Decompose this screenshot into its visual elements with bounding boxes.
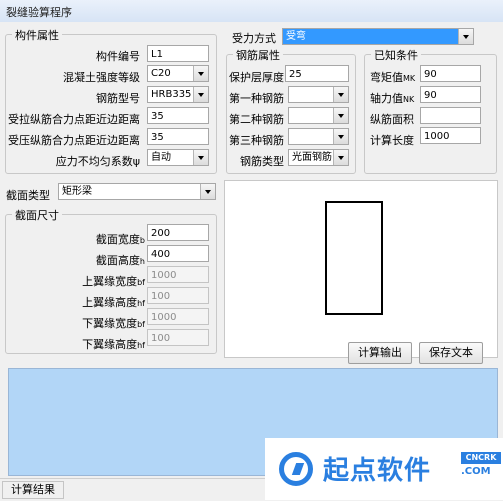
second-rebar-label: 第二种钢筋	[229, 113, 284, 126]
top-flange-height-label-text: 上翼缘高度	[82, 296, 138, 309]
known-conditions-legend: 已知条件	[371, 47, 421, 63]
axial-input[interactable]: 90	[420, 86, 481, 103]
uneven-coef-label: 应力不均匀系数ψ	[55, 155, 140, 168]
logo-icon	[279, 452, 313, 486]
rebar-area-input[interactable]	[420, 107, 481, 124]
top-flange-height-label: 上翼缘高度hf	[82, 294, 145, 310]
top-flange-width-label-sub: bf	[137, 278, 145, 287]
moment-label-text: 弯矩值	[370, 71, 403, 84]
bottom-flange-width-label: 下翼缘宽度bf	[82, 315, 145, 331]
force-mode-select[interactable]: 受弯	[282, 28, 474, 45]
steel-type-select[interactable]: HRB335	[147, 86, 209, 103]
section-size-legend: 截面尺寸	[12, 207, 62, 223]
save-text-button[interactable]: 保存文本	[419, 342, 483, 364]
top-flange-height-input: 100	[147, 287, 209, 304]
section-width-input[interactable]: 200	[147, 224, 209, 241]
calc-length-label: 计算长度	[370, 134, 414, 147]
section-height-input[interactable]: 400	[147, 245, 209, 262]
section-width-label-sub: b	[139, 236, 145, 245]
bottom-flange-height-label: 下翼缘高度hf	[82, 336, 145, 352]
rebar-type-select[interactable]: 光面钢筋	[288, 149, 349, 166]
top-flange-width-label-text: 上翼缘宽度	[82, 275, 138, 288]
cover-thickness-input[interactable]: 25	[285, 65, 349, 82]
second-rebar-select[interactable]	[288, 107, 349, 124]
concrete-grade-label: 混凝土强度等级	[63, 71, 140, 84]
chevron-down-icon[interactable]	[200, 184, 215, 199]
compression-distance-input[interactable]: 35	[147, 128, 209, 145]
window-title: 裂缝验算程序	[6, 6, 72, 19]
axial-label-sub: NK	[403, 95, 415, 104]
uneven-coef-value: 自动	[151, 152, 171, 163]
first-rebar-label: 第一种钢筋	[229, 92, 284, 105]
force-mode-value: 受弯	[286, 31, 306, 42]
section-type-label: 截面类型	[6, 189, 50, 202]
first-rebar-select[interactable]	[288, 86, 349, 103]
cover-thickness-label: 保护层厚度	[229, 71, 284, 84]
steel-type-value: HRB335	[151, 89, 192, 100]
compression-distance-label: 受压纵筋合力点距近边距离	[8, 134, 140, 147]
main-window: 构件属性 构件编号 L1 混凝土强度等级 C20 钢筋型号 HRB335 受拉纵…	[0, 22, 503, 501]
watermark-badge: CNCRK	[461, 452, 501, 464]
calc-length-input[interactable]: 1000	[420, 127, 481, 144]
watermark-name: 起点软件	[323, 456, 432, 486]
bottom-flange-height-label-sub: hf	[137, 341, 145, 350]
bottom-flange-width-label-text: 下翼缘宽度	[82, 317, 138, 330]
rebar-type-value: 光面钢筋	[292, 152, 332, 163]
chevron-down-icon[interactable]	[193, 66, 208, 81]
section-width-label-text: 截面宽度	[95, 233, 140, 246]
tension-distance-label: 受拉纵筋合力点距近边距离	[8, 113, 140, 126]
third-rebar-select[interactable]	[288, 128, 349, 145]
concrete-grade-value: C20	[151, 68, 171, 79]
steel-type-label: 钢筋型号	[96, 92, 140, 105]
bottom-flange-height-input: 100	[147, 329, 209, 346]
rebar-area-label: 纵筋面积	[370, 113, 414, 126]
chevron-down-icon[interactable]	[193, 150, 208, 165]
section-type-select[interactable]: 矩形梁	[58, 183, 216, 200]
section-height-label-text: 截面高度	[95, 254, 140, 267]
section-height-label: 截面高度h	[96, 252, 145, 268]
chevron-down-icon[interactable]	[193, 87, 208, 102]
watermark-logo: 起点软件 CNCRK .COM	[265, 438, 503, 500]
tension-distance-input[interactable]: 35	[147, 107, 209, 124]
chevron-down-icon[interactable]	[458, 29, 473, 44]
moment-input[interactable]: 90	[420, 65, 481, 82]
rebar-type-label: 钢筋类型	[240, 155, 284, 168]
chevron-down-icon[interactable]	[333, 150, 348, 165]
moment-label: 弯矩值MK	[370, 69, 415, 85]
axial-label: 轴力值NK	[370, 90, 414, 106]
third-rebar-label: 第三种钢筋	[229, 134, 284, 147]
top-flange-width-input: 1000	[147, 266, 209, 283]
section-preview	[224, 180, 498, 358]
concrete-grade-select[interactable]: C20	[147, 65, 209, 82]
top-flange-height-label-sub: hf	[137, 299, 145, 308]
section-width-label: 截面宽度b	[96, 231, 145, 247]
bottom-flange-height-label-text: 下翼缘高度	[82, 338, 138, 351]
component-legend: 构件属性	[12, 27, 62, 43]
result-tab[interactable]: 计算结果	[2, 481, 64, 499]
chevron-down-icon[interactable]	[333, 108, 348, 123]
component-id-input[interactable]: L1	[147, 45, 209, 62]
component-id-label: 构件编号	[96, 50, 140, 63]
moment-label-sub: MK	[403, 74, 416, 83]
force-mode-label: 受力方式	[232, 32, 276, 45]
watermark-com: .COM	[461, 466, 491, 477]
section-type-value: 矩形梁	[62, 186, 92, 197]
chevron-down-icon[interactable]	[333, 87, 348, 102]
title-bar: 裂缝验算程序	[0, 0, 503, 23]
top-flange-width-label: 上翼缘宽度bf	[82, 273, 145, 289]
rebar-legend: 钢筋属性	[233, 47, 283, 63]
bottom-flange-width-input: 1000	[147, 308, 209, 325]
section-shape	[325, 201, 383, 315]
axial-label-text: 轴力值	[370, 92, 403, 105]
uneven-coef-select[interactable]: 自动	[147, 149, 209, 166]
calc-output-button[interactable]: 计算输出	[348, 342, 412, 364]
section-height-label-sub: h	[139, 257, 145, 266]
chevron-down-icon[interactable]	[333, 129, 348, 144]
bottom-flange-width-label-sub: bf	[137, 320, 145, 329]
